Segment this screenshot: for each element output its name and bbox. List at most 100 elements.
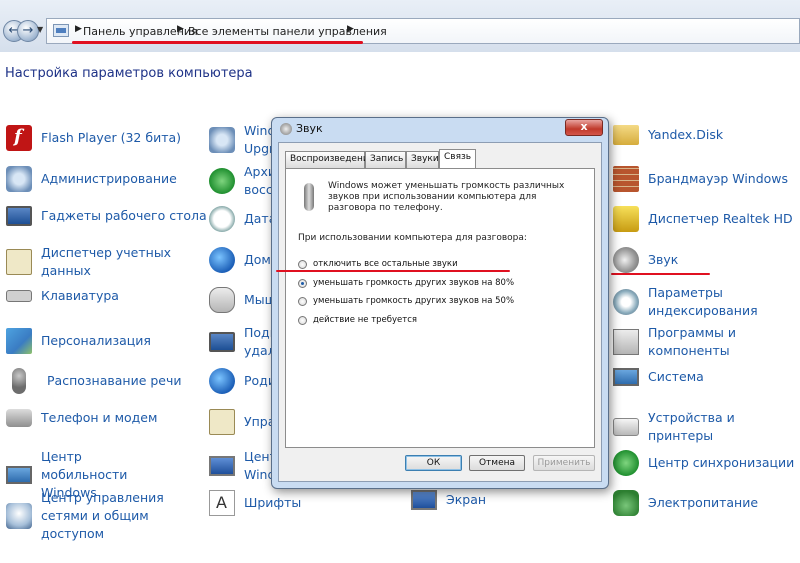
item-backup[interactable]: Архи восст — [209, 163, 280, 199]
item-label: Центр управления сетями и общим доступом — [41, 490, 164, 541]
sound-dialog: Звук x Воспроизведение Запись Звуки Связ… — [271, 117, 609, 489]
item-power[interactable]: Электропитание — [613, 490, 758, 516]
parental-controls-icon — [209, 368, 235, 394]
tab-communications[interactable]: Связь — [439, 149, 476, 168]
dialog-title: Звук — [296, 122, 323, 135]
keyboard-icon — [6, 290, 32, 302]
programs-icon — [613, 329, 639, 355]
breadcrumb-arrow-icon[interactable]: ▶ — [177, 24, 184, 34]
page-title: Настройка параметров компьютера — [5, 66, 253, 81]
option-do-nothing[interactable]: действие не требуется — [298, 315, 417, 325]
item-programs[interactable]: Программы и компоненты — [613, 324, 768, 360]
personalization-icon — [6, 328, 32, 354]
item-flash-player[interactable]: Flash Player (32 бита) — [6, 125, 181, 151]
item-label: Система — [648, 369, 704, 384]
tab-sounds[interactable]: Звуки — [406, 151, 439, 168]
item-administration[interactable]: Администрирование — [6, 166, 177, 192]
radio-label: уменьшать громкость других звуков на 80% — [313, 278, 515, 288]
apply-button[interactable]: Применить — [533, 455, 595, 471]
speaker-icon — [280, 123, 292, 135]
item-parental-controls[interactable]: Роди — [209, 368, 276, 394]
item-mouse[interactable]: Мыш — [209, 287, 276, 313]
item-sound[interactable]: Звук — [613, 247, 678, 273]
date-time-icon — [209, 206, 235, 232]
option-mute-all[interactable]: отключить все остальные звуки — [298, 259, 458, 269]
option-reduce-80[interactable]: уменьшать громкость других звуков на 80% — [298, 278, 514, 288]
item-label: Параметры индексирования — [648, 285, 758, 318]
display-icon — [411, 490, 437, 510]
mouse-icon — [209, 287, 235, 313]
radio-button[interactable] — [298, 315, 307, 325]
item-label: Центр синхронизации — [648, 455, 795, 470]
close-button[interactable]: x — [565, 119, 603, 136]
item-label: Диспетчер учетных данных — [41, 245, 172, 278]
radio-label: отключить все остальные звуки — [313, 259, 458, 269]
item-label: Персонализация — [41, 333, 151, 348]
credentials-icon — [209, 409, 235, 435]
item-system[interactable]: Система — [613, 368, 704, 386]
item-homegroup[interactable]: Дома — [209, 247, 279, 273]
item-phone-modem[interactable]: Телефон и модем — [6, 409, 157, 427]
item-network-center[interactable]: Центр управления сетями и общим доступом — [6, 489, 211, 543]
item-windows-center[interactable]: Цент Wind — [209, 448, 277, 484]
control-panel-window: ← → ▼ ▶ Панель управления ▶ Все элементы… — [0, 0, 800, 563]
item-label: Flash Player (32 бита) — [41, 130, 182, 145]
breadcrumb-arrow-icon[interactable]: ▶ — [347, 24, 354, 34]
flash-icon — [6, 125, 32, 151]
ok-button[interactable]: ОК — [405, 455, 462, 471]
breadcrumb-all-items[interactable]: Все элементы панели управления — [188, 25, 387, 38]
admin-tools-icon — [6, 166, 32, 192]
speaker-icon — [613, 247, 639, 273]
fonts-icon — [209, 490, 235, 516]
tab-recording[interactable]: Запись — [365, 151, 406, 168]
sync-center-icon — [613, 450, 639, 476]
radio-label: уменьшать громкость других звуков на 50% — [313, 296, 515, 306]
windows-upgrade-icon — [209, 127, 235, 153]
breadcrumb-arrow-icon[interactable]: ▶ — [75, 24, 82, 34]
option-reduce-50[interactable]: уменьшать громкость других звуков на 50% — [298, 296, 514, 306]
item-speech-recognition[interactable]: Распознавание речи — [6, 368, 182, 394]
dialog-body: Воспроизведение Запись Звуки Связь Windo… — [276, 142, 602, 482]
item-gadgets[interactable]: Гаджеты рабочего стола — [6, 206, 207, 226]
description-text: Windows может уменьшать громкость различ… — [328, 181, 565, 213]
radio-button[interactable] — [298, 259, 307, 269]
radio-button-checked[interactable] — [298, 278, 307, 288]
annotation-underline — [72, 41, 363, 44]
history-dropdown-icon[interactable]: ▼ — [37, 25, 43, 34]
item-label: Yandex.Disk — [648, 127, 724, 142]
item-yandex-disk[interactable]: Yandex.Disk — [613, 125, 723, 145]
network-center-icon — [6, 503, 32, 529]
power-icon — [613, 490, 639, 516]
cancel-button[interactable]: Отмена — [469, 455, 525, 471]
item-windows-upgrade[interactable]: Wind Upgr — [209, 122, 275, 158]
item-fonts[interactable]: Шрифты — [209, 490, 301, 516]
gadgets-icon — [6, 206, 32, 226]
windows-center-icon — [209, 456, 235, 476]
item-label: Диспетчер Realtek HD — [648, 211, 793, 226]
item-realtek[interactable]: Диспетчер Realtek HD — [613, 206, 793, 232]
item-credential-manager[interactable]: Диспетчер учетных данных — [6, 244, 181, 280]
item-personalization[interactable]: Персонализация — [6, 328, 151, 354]
item-label: Клавиатура — [41, 288, 119, 303]
forward-button[interactable]: → — [17, 20, 39, 42]
mobility-center-icon — [6, 466, 32, 484]
homegroup-icon — [209, 247, 235, 273]
item-sync-center[interactable]: Центр синхронизации — [613, 450, 794, 476]
tab-playback[interactable]: Воспроизведение — [285, 151, 374, 168]
question-label: При использовании компьютера для разгово… — [298, 233, 527, 243]
realtek-icon — [613, 206, 639, 232]
item-display[interactable]: Экран — [411, 490, 486, 510]
item-date-time[interactable]: Дата — [209, 206, 276, 232]
radio-button[interactable] — [298, 296, 307, 306]
item-label: Гаджеты рабочего стола — [41, 208, 207, 223]
item-firewall[interactable]: Брандмауэр Windows — [613, 166, 788, 192]
item-indexing[interactable]: Параметры индексирования — [613, 284, 768, 320]
item-keyboard[interactable]: Клавиатура — [6, 287, 119, 305]
item-label: Электропитание — [648, 495, 759, 510]
item-devices-printers[interactable]: Устройства и принтеры — [613, 409, 800, 445]
folder-icon — [613, 125, 639, 145]
radio-label: действие не требуется — [313, 315, 418, 325]
address-bar: ← → ▼ ▶ Панель управления ▶ Все элементы… — [0, 0, 800, 52]
item-label: Администрирование — [41, 171, 177, 186]
item-credentials[interactable]: Упра — [209, 409, 275, 435]
